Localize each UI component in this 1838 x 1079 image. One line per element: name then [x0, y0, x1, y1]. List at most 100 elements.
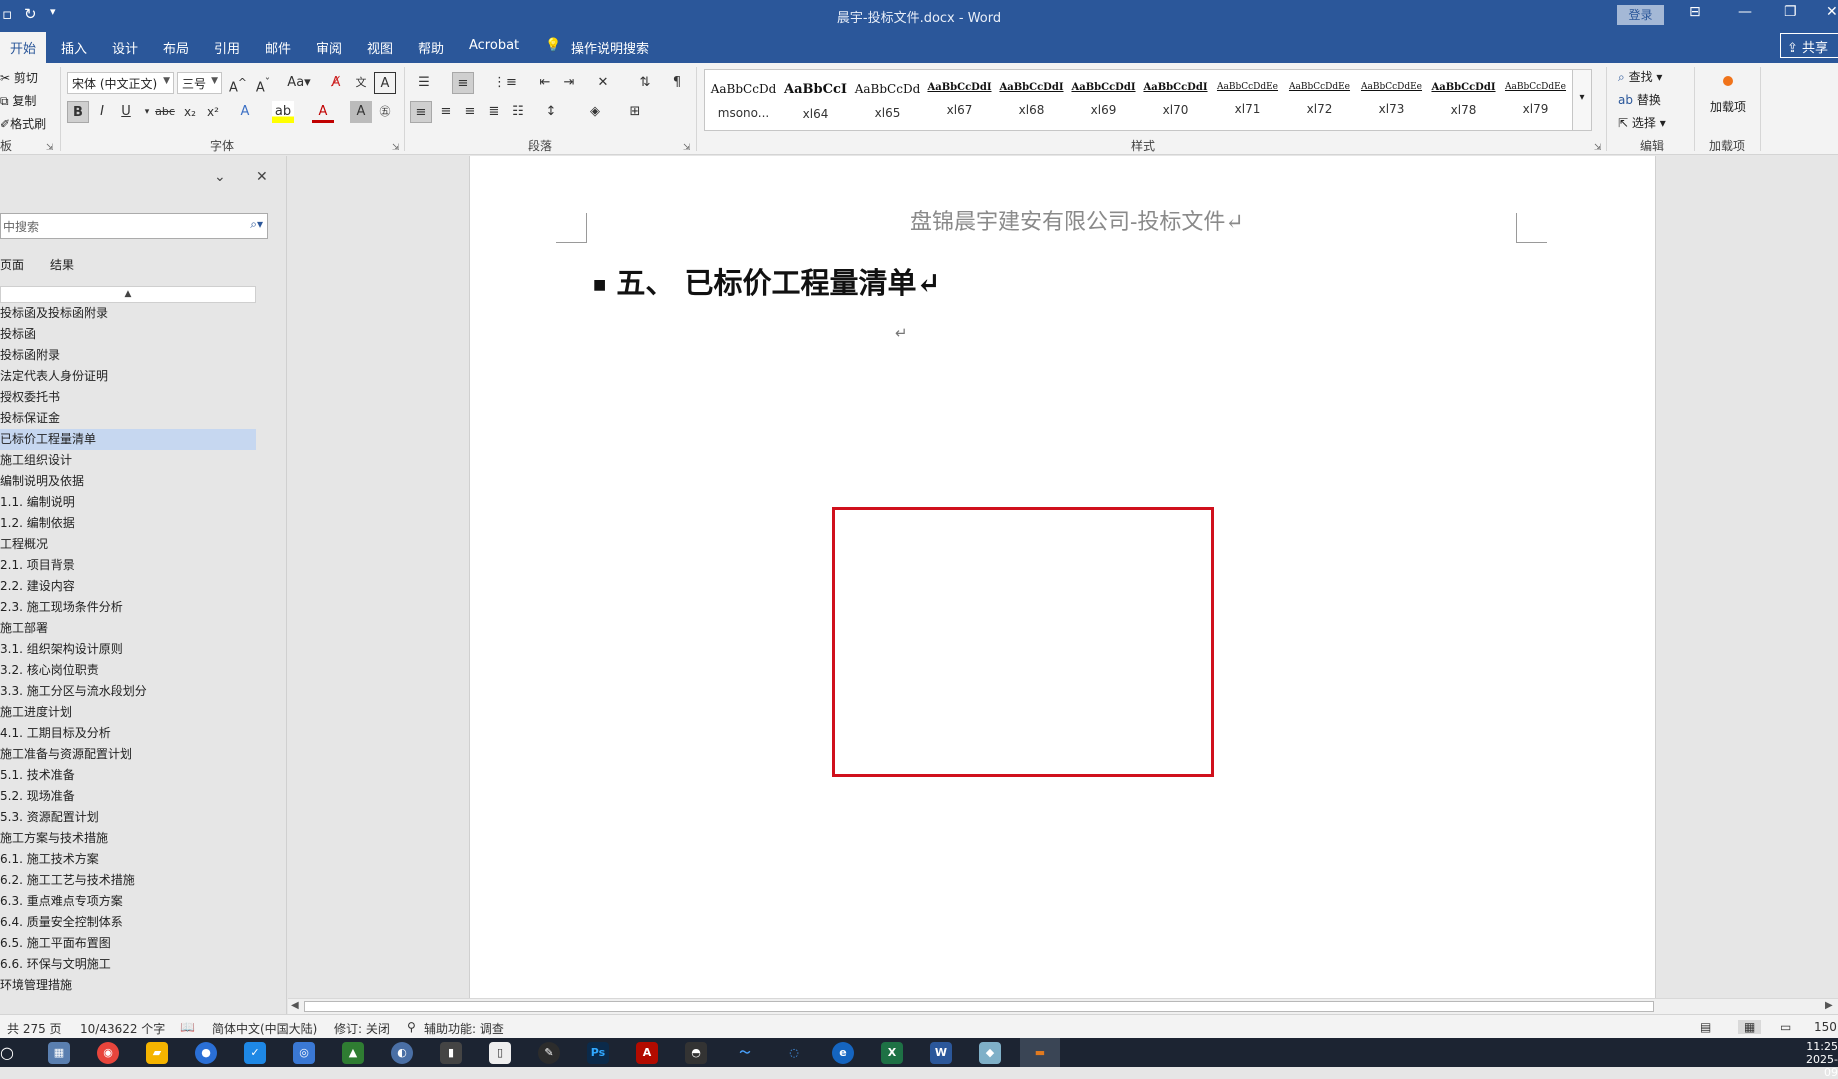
align-right-icon[interactable]: ≡	[459, 101, 481, 123]
increase-indent-icon[interactable]: ⇥	[558, 72, 580, 94]
app-icon[interactable]: 〜	[734, 1042, 756, 1064]
nav-heading-item[interactable]: 施工组织设计	[0, 450, 256, 471]
document-page[interactable]: 盘锦晨宇建安有限公司-投标文件↵ ■ 五、 已标价工程量清单↵ ↵	[469, 156, 1656, 998]
minimize-icon[interactable]: —	[1738, 4, 1752, 20]
share-button[interactable]: ⇪ 共享	[1780, 33, 1838, 58]
tab-review[interactable]: 审阅	[316, 38, 342, 57]
nav-heading-item[interactable]: 2.1. 项目背景	[0, 555, 256, 576]
clear-formatting-icon[interactable]: A̸	[325, 72, 347, 94]
close-icon[interactable]: ✕	[1826, 4, 1838, 20]
web-layout-icon[interactable]: ▭	[1780, 1020, 1791, 1034]
character-shading-icon[interactable]: A	[350, 101, 372, 123]
bold-icon[interactable]: B	[67, 101, 89, 123]
app-icon[interactable]: ▲	[342, 1042, 364, 1064]
change-case-button[interactable]: Aa▾	[282, 72, 316, 94]
word-icon[interactable]: W	[930, 1042, 952, 1064]
nav-close-icon[interactable]: ✕	[256, 169, 268, 185]
font-color-icon[interactable]: A	[312, 101, 334, 123]
nav-heading-item[interactable]: 投标函附录	[0, 345, 256, 366]
accessibility-status[interactable]: 辅助功能: 调查	[424, 1020, 504, 1037]
copy-button[interactable]: ⧉ 复制	[0, 92, 36, 109]
scroll-right-icon[interactable]: ▶	[1825, 1000, 1833, 1011]
nav-heading-item[interactable]: 6.1. 施工技术方案	[0, 849, 256, 870]
app-icon[interactable]: ✎	[538, 1042, 560, 1064]
excel-icon[interactable]: X	[881, 1042, 903, 1064]
red-rectangle-box[interactable]	[832, 507, 1214, 777]
enclose-characters-icon[interactable]: ㊄	[374, 101, 396, 123]
nav-heading-item[interactable]: 2.2. 建设内容	[0, 576, 256, 597]
style-item[interactable]: AaBbCcDdI xl68	[996, 74, 1067, 128]
superscript-icon[interactable]: x²	[202, 101, 224, 123]
strikethrough-icon[interactable]: abc	[154, 101, 176, 123]
app-icon[interactable]: ◐	[391, 1042, 413, 1064]
nav-heading-item[interactable]: 4.1. 工期目标及分析	[0, 723, 256, 744]
nav-heading-item[interactable]: 编制说明及依据	[0, 471, 256, 492]
nav-heading-item[interactable]: 施工进度计划	[0, 702, 256, 723]
nav-heading-item[interactable]: 投标保证金	[0, 408, 256, 429]
app-icon-active[interactable]: ▬	[1020, 1038, 1060, 1067]
decrease-indent-icon[interactable]: ⇤	[534, 72, 556, 94]
nav-heading-item[interactable]: 环境管理措施	[0, 975, 256, 996]
nav-heading-item[interactable]: 施工方案与技术措施	[0, 828, 256, 849]
phonetic-guide-icon[interactable]: 文	[350, 72, 372, 94]
format-painter-button[interactable]: ✐格式刷	[0, 115, 46, 132]
tell-me-search[interactable]: 操作说明搜索	[571, 38, 649, 57]
calculator-icon[interactable]: ▦	[48, 1042, 70, 1064]
select-button[interactable]: ⇱ 选择 ▾	[1618, 114, 1666, 131]
font-size-combo[interactable]: 三号 ▼	[177, 72, 222, 94]
style-item[interactable]: AaBbCcDdI xl69	[1068, 74, 1139, 128]
grow-font-icon[interactable]: A^	[227, 72, 249, 95]
align-left-icon[interactable]: ≡	[410, 101, 432, 123]
styles-more-icon[interactable]: ▾	[1572, 69, 1592, 131]
print-layout-icon[interactable]: ▦	[1738, 1020, 1762, 1034]
style-item[interactable]: AaBbCcDdEe xl73	[1356, 74, 1427, 128]
font-name-combo[interactable]: 宋体 (中文正文) ▼	[67, 72, 174, 94]
distributed-icon[interactable]: ☷	[507, 101, 529, 123]
nav-search-input[interactable]: 中搜索 ⌕▾	[0, 213, 268, 239]
app-icon[interactable]: ▮	[440, 1042, 462, 1064]
nav-heading-item[interactable]: 3.2. 核心岗位职责	[0, 660, 256, 681]
style-item[interactable]: AaBbCcDdI xl78	[1428, 74, 1499, 128]
find-button[interactable]: ⌕ 查找 ▾	[1618, 68, 1662, 85]
bullets-icon[interactable]: ☰	[413, 72, 435, 94]
tab-view[interactable]: 视图	[367, 38, 393, 57]
chinese-layout-icon[interactable]: ✕	[592, 72, 614, 94]
text-effects-icon[interactable]: A	[234, 101, 256, 123]
search-icon[interactable]: ○	[0, 1042, 18, 1064]
nav-heading-item[interactable]: 6.5. 施工平面布置图	[0, 933, 256, 954]
style-item[interactable]: AaBbCcDdI xl67	[924, 74, 995, 128]
page-count[interactable]: 共 275 页	[7, 1020, 62, 1037]
nav-heading-item[interactable]: 施工部署	[0, 618, 256, 639]
nav-heading-item[interactable]: 6.3. 重点难点专项方案	[0, 891, 256, 912]
nav-heading-item[interactable]: 法定代表人身份证明	[0, 366, 256, 387]
nav-heading-item[interactable]: 3.1. 组织架构设计原则	[0, 639, 256, 660]
document-icon[interactable]: ▯	[489, 1042, 511, 1064]
align-center-icon[interactable]: ≡	[435, 101, 457, 123]
character-border-icon[interactable]: A	[374, 72, 396, 94]
tab-home[interactable]: 开始	[0, 32, 47, 63]
clipboard-dialog-launcher-icon[interactable]: ⇲	[46, 143, 54, 153]
replace-button[interactable]: ab 替换	[1618, 91, 1661, 108]
chrome-icon[interactable]: ◉	[97, 1042, 119, 1064]
horizontal-scrollbar[interactable]: ◀ ▶	[288, 998, 1838, 1014]
proofing-icon[interactable]: 📖	[180, 1020, 195, 1034]
style-item[interactable]: AaBbCcDd msono...	[708, 74, 779, 128]
zoom-level[interactable]: 150	[1814, 1020, 1837, 1034]
style-item[interactable]: AaBbCcDd xl65	[852, 74, 923, 128]
app-icon[interactable]: ◌	[783, 1042, 805, 1064]
read-mode-icon[interactable]: ▤	[1700, 1020, 1711, 1034]
underline-icon[interactable]: U	[115, 101, 137, 123]
photoshop-icon[interactable]: Ps	[587, 1042, 609, 1064]
nav-heading-item[interactable]: 工程概况	[0, 534, 256, 555]
search-icon[interactable]: ⌕▾	[250, 217, 263, 232]
nav-heading-item[interactable]: 已标价工程量清单	[0, 429, 256, 450]
style-item[interactable]: AaBbCcI xl64	[780, 74, 851, 128]
app-icon[interactable]: ◆	[979, 1042, 1001, 1064]
nav-heading-item[interactable]: 5.2. 现场准备	[0, 786, 256, 807]
nav-heading-item[interactable]: 授权委托书	[0, 387, 256, 408]
restore-icon[interactable]: ❐	[1784, 4, 1797, 20]
nav-heading-item[interactable]: 投标函	[0, 324, 256, 345]
addins-button[interactable]: 加载项	[1710, 100, 1746, 115]
nav-heading-item[interactable]: 2.3. 施工现场条件分析	[0, 597, 256, 618]
file-explorer-icon[interactable]: ▰	[146, 1042, 168, 1064]
